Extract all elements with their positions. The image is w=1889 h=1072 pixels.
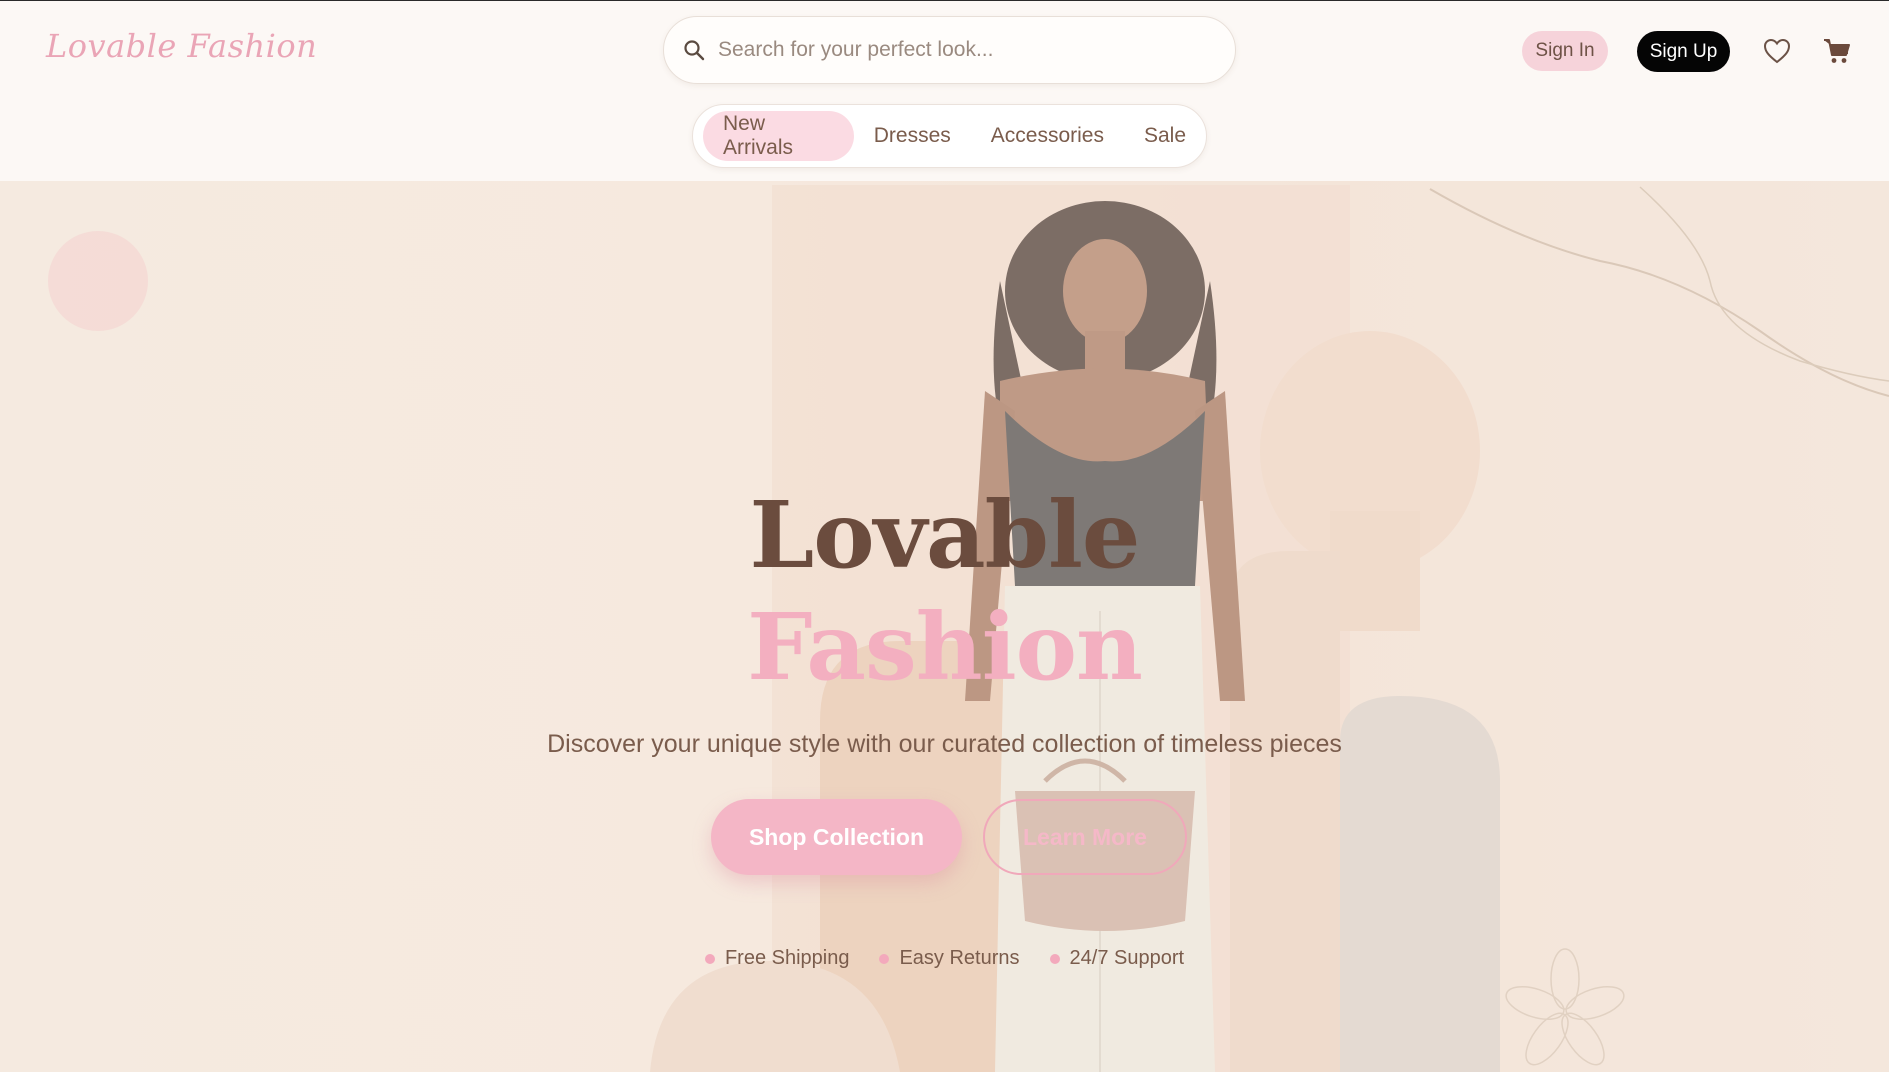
feature-list: Free Shipping Easy Returns 24/7 Support (0, 947, 1889, 970)
feature-label: Free Shipping (724, 947, 850, 969)
cart-icon[interactable] (1822, 36, 1852, 66)
search-icon (684, 40, 705, 61)
bullet-dot-icon (1049, 953, 1060, 964)
nav-item-new-arrivals[interactable]: New Arrivals (703, 111, 854, 161)
hero-section: Lovable Fashion Discover your unique sty… (0, 181, 1889, 1072)
hero-title-line1: Lovable (749, 481, 1141, 589)
feature-label: Easy Returns (899, 947, 1020, 969)
hero-title-line2: Fashion (747, 593, 1143, 701)
feature-item: 24/7 Support (1049, 947, 1185, 970)
bullet-dot-icon (704, 953, 715, 964)
brand-logo[interactable]: Lovable Fashion (46, 27, 317, 65)
learn-more-button[interactable]: Learn More (983, 799, 1187, 875)
sign-up-button[interactable]: Sign Up (1637, 31, 1730, 72)
sign-in-button[interactable]: Sign In (1522, 31, 1608, 71)
feature-label: 24/7 Support (1069, 947, 1185, 969)
feature-item: Easy Returns (879, 947, 1020, 970)
search-bar[interactable]: Search for your perfect look... (663, 16, 1236, 84)
nav-item-accessories[interactable]: Accessories (971, 111, 1124, 161)
nav-item-dresses[interactable]: Dresses (854, 111, 971, 161)
heart-icon[interactable] (1762, 37, 1792, 65)
hero-subtitle: Discover your unique style with our cura… (547, 730, 1342, 758)
shop-collection-button[interactable]: Shop Collection (711, 799, 962, 875)
category-nav: New Arrivals Dresses Accessories Sale (692, 104, 1207, 168)
bullet-dot-icon (879, 953, 890, 964)
nav-item-sale[interactable]: Sale (1124, 111, 1206, 161)
feature-item: Free Shipping (704, 947, 850, 970)
search-input[interactable]: Search for your perfect look... (718, 38, 993, 62)
site-header: Lovable Fashion Search for your perfect … (0, 1, 1889, 181)
